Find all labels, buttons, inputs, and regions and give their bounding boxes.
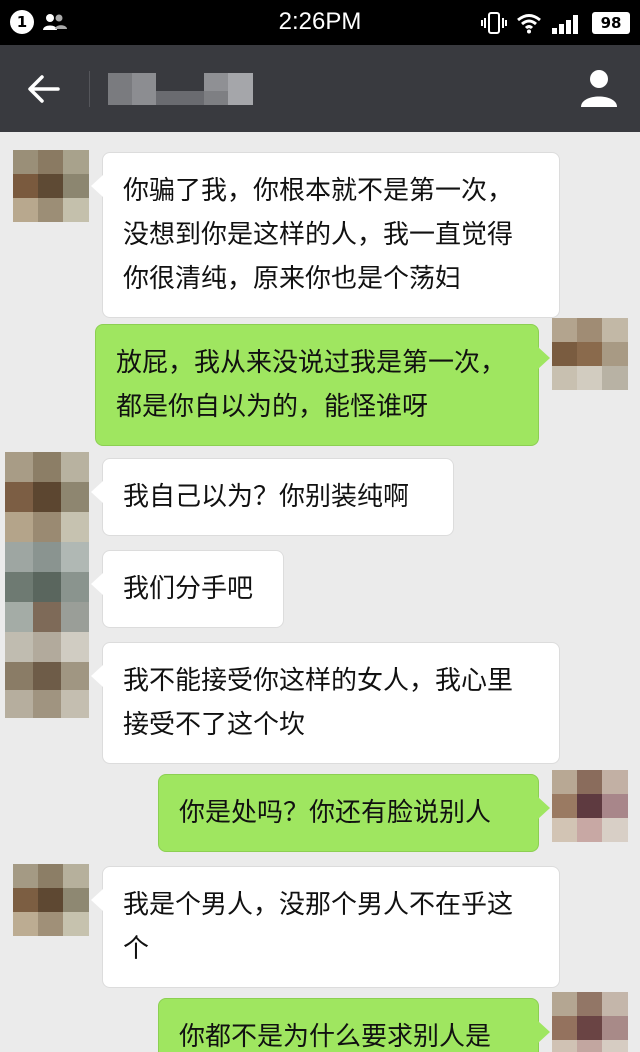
avatar[interactable] [5,452,89,718]
message-bubble[interactable]: 我不能接受你这样的女人，我心里 接受不了这个坎 [91,642,560,764]
message-bubble[interactable]: 你都不是为什么要求别人是 [158,998,550,1052]
avatar[interactable] [13,150,89,222]
back-button[interactable] [22,67,66,111]
message-bubble[interactable]: 你骗了我，你根本就不是第一次， 没想到你是这样的人，我一直觉得 你很清纯，原来你… [91,152,560,318]
status-bar: 1 2:26PM 98 [0,0,640,45]
chat-header [0,45,640,132]
message-bubble[interactable]: 你是处吗？你还有脸说别人 [158,774,550,852]
avatar[interactable] [552,318,628,390]
avatar[interactable] [552,992,628,1052]
chat-messages[interactable]: 你骗了我，你根本就不是第一次， 没想到你是这样的人，我一直觉得 你很清纯，原来你… [0,132,640,1052]
wifi-icon [517,14,541,34]
battery-icon: 98 [592,12,630,34]
message-bubble[interactable]: 放屁，我从来没说过我是第一次， 都是你自以为的，能怪谁呀 [95,324,550,446]
message-bubble[interactable]: 我们分手吧 [91,550,284,628]
contact-name-pixelated [108,73,253,105]
person-icon [581,70,617,107]
profile-button[interactable] [578,67,620,109]
avatar[interactable] [552,770,628,842]
signal-icon [552,15,578,34]
header-divider [89,71,90,107]
message-bubble[interactable]: 我自己以为？你别装纯啊 [91,458,454,536]
message-bubble[interactable]: 我是个男人，没那个男人不在乎这 个 [91,866,560,988]
back-arrow-icon [28,75,60,103]
status-right: 98 [481,11,630,35]
vibrate-icon [481,12,507,34]
avatar[interactable] [13,864,89,936]
